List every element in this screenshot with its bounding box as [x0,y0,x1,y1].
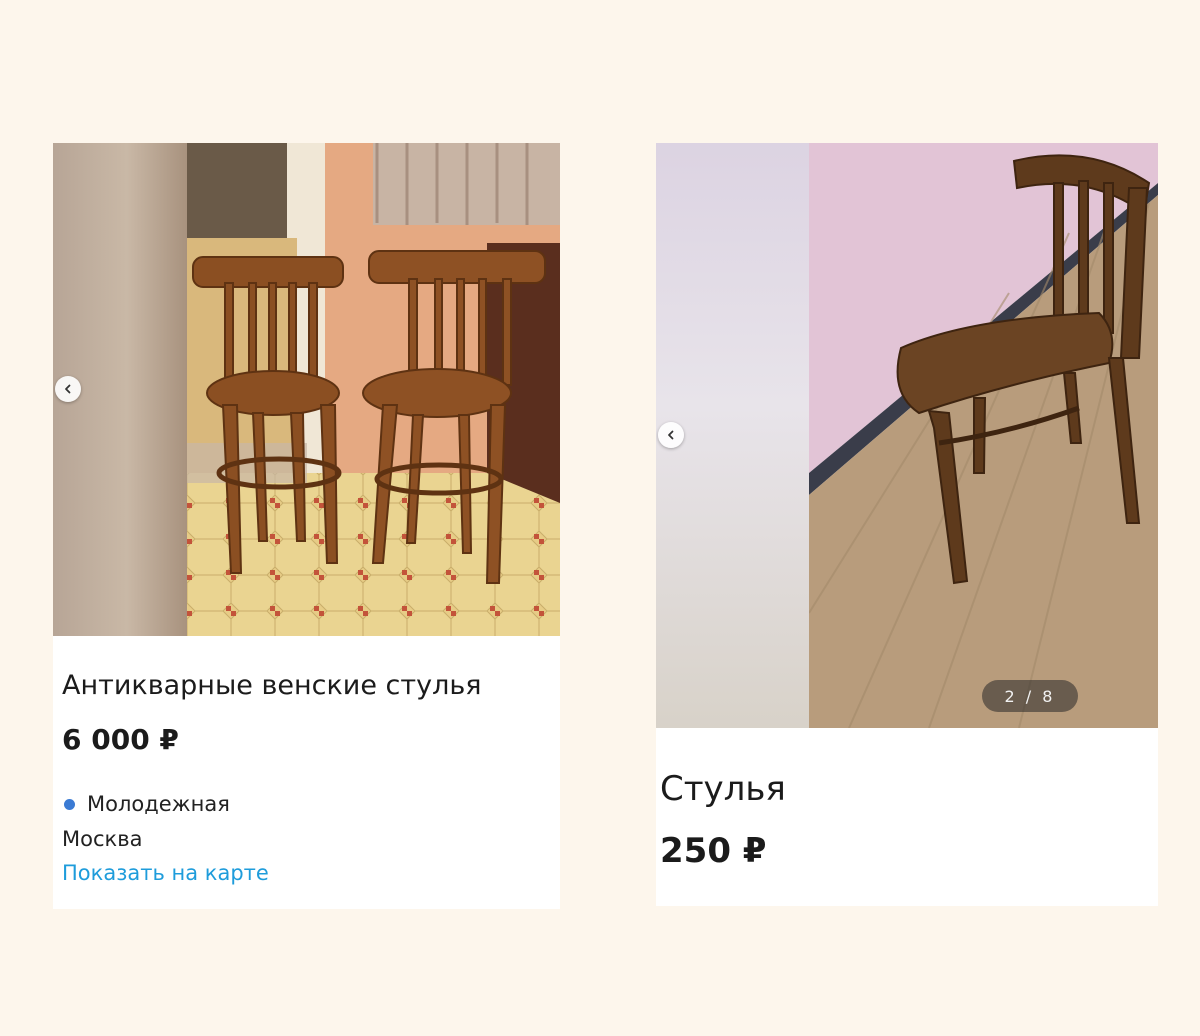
listing-title[interactable]: Антикварные венские стулья [62,670,482,701]
chevron-left-icon [668,430,674,439]
metro-line-dot-icon [64,798,75,810]
chevron-left-icon [65,384,71,393]
photo-counter: 2 / 8 [982,680,1078,712]
prev-photo-button[interactable] [658,421,684,448]
metro-station: Молодежная [62,792,230,816]
prev-photo-button[interactable] [55,375,81,402]
listing-city: Москва [62,827,143,851]
listing-price: 250 ₽ [660,831,767,871]
chair-photo [809,143,1158,728]
listing-card-2[interactable]: 2 / 8 Стулья 250 ₽ [656,143,1158,906]
listing-card-1[interactable]: Антикварные венские стулья 6 000 ₽ Молод… [53,143,560,909]
listing-price: 6 000 ₽ [62,723,179,756]
metro-station-name: Молодежная [87,792,230,816]
show-on-map-link[interactable]: Показать на карте [62,861,269,885]
chairs-photo [187,143,560,636]
listing-photo-1[interactable] [53,143,560,636]
listing-title[interactable]: Стулья [660,769,786,809]
listing-photo-2[interactable]: 2 / 8 [656,143,1158,728]
